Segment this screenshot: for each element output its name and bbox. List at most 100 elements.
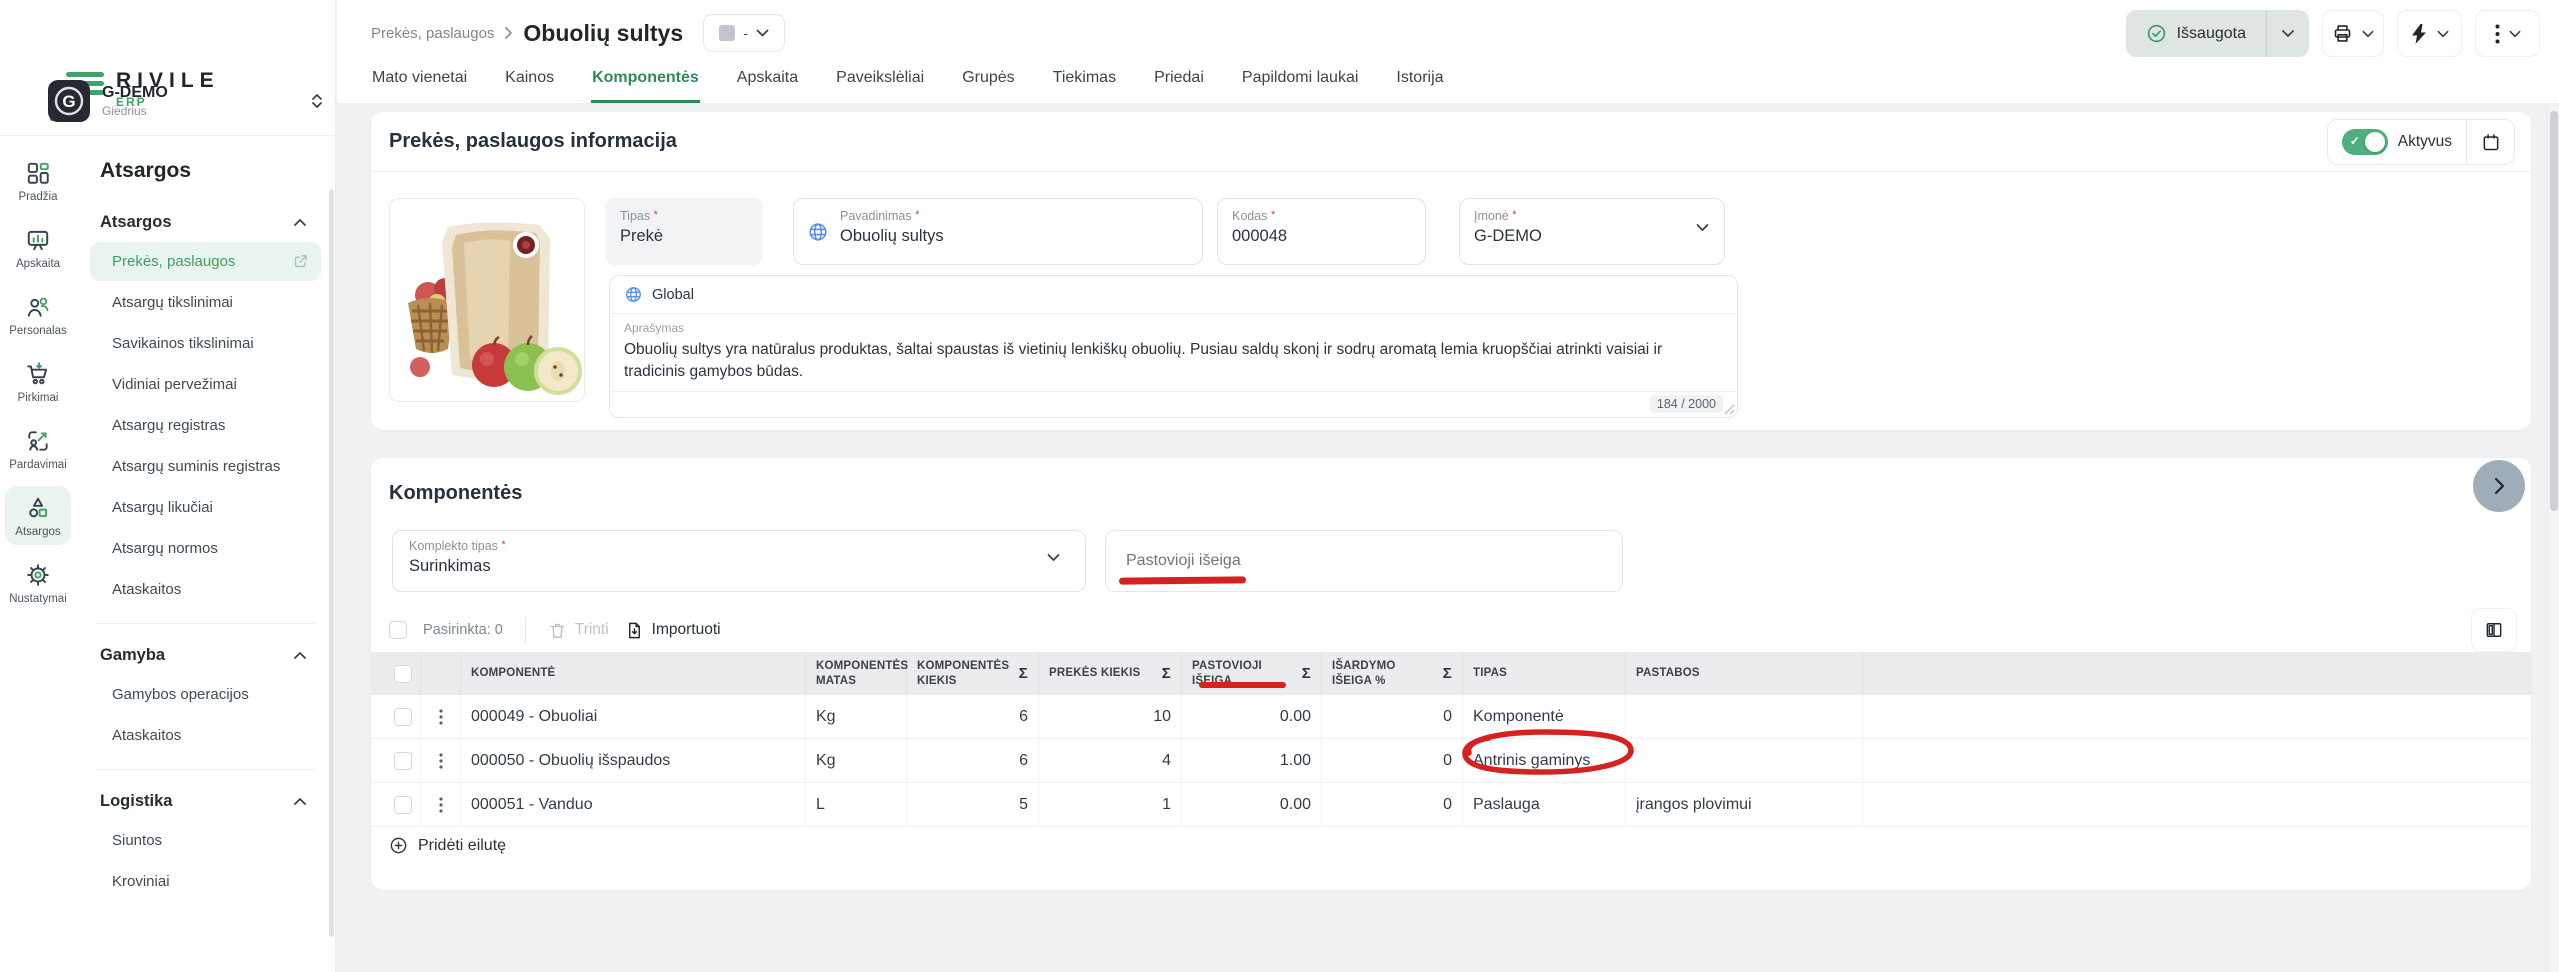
pavadinimas-field[interactable]: Pavadinimas * Obuolių sultys [793, 198, 1203, 265]
tab-paveiksleliai[interactable]: Paveikslėliai [835, 59, 925, 103]
saved-dropdown-caret[interactable] [2266, 10, 2309, 57]
row-menu-button[interactable] [421, 739, 461, 783]
page-title: Obuolių sultys [523, 20, 683, 47]
tab-komponentes[interactable]: Komponentės [591, 59, 700, 103]
description-textarea[interactable]: Aprašymas Obuolių sultys yra natūralus p… [610, 314, 1737, 391]
active-toggle[interactable]: ✓ Aktyvus [2328, 129, 2466, 155]
tab-apskaita[interactable]: Apskaita [736, 59, 799, 103]
row-checkbox[interactable] [394, 752, 412, 770]
column-settings-button[interactable] [2471, 608, 2517, 652]
sidebar-item-label: Gamybos operacijos [112, 686, 249, 703]
external-link-icon [292, 253, 309, 270]
sidebar-item-atsargu-likuciai[interactable]: Atsargų likučiai [90, 488, 321, 527]
account-switcher[interactable]: G G-DEMO Giedrius [48, 78, 325, 124]
rail-item-personalas[interactable]: Personalas [5, 285, 71, 344]
saved-button[interactable]: Išsaugota [2126, 10, 2309, 57]
info-card-header: Prekės, paslaugos informacija ✓ Aktyvus [371, 112, 2531, 172]
sidebar-item-atsargu-suminis-registras[interactable]: Atsargų suminis registras [90, 447, 321, 486]
tipas-field[interactable]: Tipas * Prekė [605, 198, 763, 265]
sidebar-item-siuntos[interactable]: Siuntos [90, 821, 321, 860]
sidebar-item-atsargu-tikslinimai[interactable]: Atsargų tikslinimai [90, 283, 321, 322]
tab-bar: Mato vienetai Kainos Komponentės Apskait… [371, 59, 1445, 103]
delete-button[interactable]: Trinti [548, 621, 609, 640]
cell-matas: Kg [806, 739, 907, 783]
saved-button-main[interactable]: Išsaugota [2126, 10, 2266, 57]
calendar-button[interactable] [2466, 120, 2514, 164]
rail-item-atsargos[interactable]: Atsargos [5, 486, 71, 545]
active-status-group: ✓ Aktyvus [2327, 119, 2515, 165]
rail-label: Pirkimai [18, 392, 59, 404]
sigma-icon[interactable]: Σ [1302, 664, 1311, 684]
sigma-icon[interactable]: Σ [1443, 664, 1452, 684]
row-checkbox[interactable] [394, 796, 412, 814]
select-all-checkbox[interactable] [389, 621, 407, 639]
sidebar-item-atsargu-registras[interactable]: Atsargų registras [90, 406, 321, 445]
row-checkbox[interactable] [394, 708, 412, 726]
sidebar-section-gamyba[interactable]: Gamyba [90, 638, 321, 673]
chevron-down-icon [1046, 553, 1061, 562]
breadcrumb-parent-link[interactable]: Prekės, paslaugos [371, 25, 494, 42]
rail-item-apskaita[interactable]: Apskaita [5, 218, 71, 277]
sidebar-scrollbar[interactable] [329, 189, 334, 937]
komplekto-tipas-select[interactable]: Komplekto tipas * Surinkimas [392, 530, 1086, 592]
tab-tiekimas[interactable]: Tiekimas [1052, 59, 1117, 103]
imone-select[interactable]: Įmonė * G-DEMO [1459, 198, 1725, 265]
import-button[interactable]: Importuoti [625, 621, 721, 640]
pastovioji-iseiga-field[interactable]: Pastovioji išeiga [1105, 530, 1623, 592]
rail-item-pardavimai[interactable]: Pardavimai [5, 419, 71, 478]
cell-komponente: 000050 - Obuolių išspaudos [461, 739, 806, 783]
tab-papildomi-laukai[interactable]: Papildomi laukai [1241, 59, 1360, 103]
tab-istorija[interactable]: Istorija [1395, 59, 1444, 103]
sidebar-item-vidiniai-pervezimai[interactable]: Vidiniai pervežimai [90, 365, 321, 404]
kodas-field[interactable]: Kodas * 000048 [1217, 198, 1426, 265]
sigma-icon[interactable]: Σ [1162, 664, 1171, 684]
sidebar-item-kroviniai[interactable]: Kroviniai [90, 862, 321, 901]
tab-priedai[interactable]: Priedai [1153, 59, 1205, 103]
add-row-button[interactable]: Pridėti eilutę [389, 836, 506, 855]
actions-button[interactable] [2397, 10, 2462, 57]
header-checkbox[interactable] [394, 665, 412, 683]
kebab-icon [439, 797, 443, 813]
sidebar-item-prekes-paslaugos[interactable]: Prekės, paslaugos [90, 242, 321, 281]
variant-dropdown[interactable]: - [703, 14, 785, 52]
rail-item-nustatymai[interactable]: Nustatymai [5, 553, 71, 612]
toggle-switch[interactable]: ✓ [2342, 129, 2388, 155]
cell-kiekis: 6 [907, 695, 1039, 739]
print-button[interactable] [2322, 10, 2384, 57]
sigma-icon[interactable]: Σ [1019, 664, 1028, 684]
components-toolbar: Pasirinkta: 0 Trinti Importuoti [371, 608, 2531, 652]
cell-tipas: Paslauga [1463, 783, 1626, 827]
page-scrollbar[interactable] [2547, 105, 2559, 972]
sidebar-item-atsargu-normos[interactable]: Atsargų normos [90, 529, 321, 568]
rail-item-pirkimai[interactable]: Pirkimai [5, 352, 71, 411]
chevron-down-icon [2362, 30, 2374, 38]
row-menu-button[interactable] [421, 783, 461, 827]
page-scrollbar-thumb[interactable] [2550, 111, 2558, 511]
sidebar-item-gamyba-ataskaitos[interactable]: Ataskaitos [90, 716, 321, 755]
col-pastovioji-iseiga: PASTOVIOJI IŠEIGAΣ [1182, 652, 1322, 695]
description-label: Aprašymas [624, 321, 1723, 335]
more-menu-button[interactable] [2475, 10, 2540, 57]
sidebar-item-gamybos-operacijos[interactable]: Gamybos operacijos [90, 675, 321, 714]
row-menu-button[interactable] [421, 695, 461, 739]
resize-handle[interactable] [1724, 404, 1735, 415]
shapes-icon [25, 495, 51, 521]
tab-mato-vienetai[interactable]: Mato vienetai [371, 59, 468, 103]
field-value: Obuolių sultys [840, 227, 1188, 246]
tab-kainos[interactable]: Kainos [504, 59, 555, 103]
sales-icon [25, 428, 51, 454]
sidebar-section-atsargos[interactable]: Atsargos [90, 205, 321, 240]
product-image[interactable] [389, 198, 585, 402]
next-panel-button[interactable] [2473, 460, 2525, 512]
sidebar-item-ataskaitos[interactable]: Ataskaitos [90, 570, 321, 609]
top-actions: Išsaugota [2126, 10, 2540, 57]
tab-grupes[interactable]: Grupės [961, 59, 1015, 103]
rail-item-pradzia[interactable]: Pradžia [5, 151, 71, 210]
sidebar-section-logistika[interactable]: Logistika [90, 784, 321, 819]
sidebar-item-savikainos-tikslinimai[interactable]: Savikainos tikslinimai [90, 324, 321, 363]
chevron-right-icon [504, 26, 513, 40]
col-komponentes-matas: KOMPONENTĖS MATAS [806, 652, 907, 695]
field-value: Surinkimas [409, 557, 1069, 576]
language-tab-global[interactable]: Global [652, 287, 694, 303]
lightning-icon [2410, 24, 2428, 44]
